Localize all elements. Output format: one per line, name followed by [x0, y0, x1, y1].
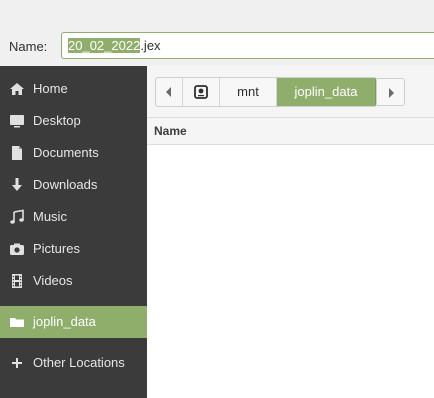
sidebar-item-label: Downloads — [33, 177, 98, 192]
sidebar-item-label: Home — [33, 81, 68, 96]
column-header-name[interactable]: Name — [154, 124, 187, 138]
pathbar-root-button[interactable] — [183, 78, 220, 106]
sidebar-item-documents[interactable]: Documents — [0, 137, 147, 169]
sidebar-item-label: joplin_data — [33, 314, 96, 329]
pathbar-scroll-right-button[interactable] — [377, 78, 405, 106]
filename-text: 20_02_2022.jex — [68, 38, 161, 53]
sidebar-item-desktop[interactable]: Desktop — [0, 105, 147, 137]
chevron-right-icon — [389, 88, 394, 98]
sidebar-item-joplin-data[interactable]: joplin_data — [0, 306, 147, 338]
sidebar-item-label: Desktop — [33, 113, 81, 128]
desktop-icon — [10, 115, 24, 128]
sidebar-item-label: Videos — [33, 273, 73, 288]
sidebar-item-home[interactable]: Home — [0, 73, 147, 105]
sidebar-item-label: Documents — [33, 145, 99, 160]
music-icon — [10, 209, 24, 224]
places-sidebar: Home Desktop Documents Downloads Music P… — [0, 66, 147, 398]
videos-icon — [12, 274, 22, 288]
sidebar-item-label: Pictures — [33, 241, 80, 256]
sidebar-item-other-locations[interactable]: Other Locations — [0, 347, 147, 379]
save-dialog-header: Name: 20_02_2022.jex — [0, 0, 434, 66]
sidebar-item-videos[interactable]: Videos — [0, 265, 147, 297]
file-browser: mnt joplin_data Name — [147, 66, 434, 398]
pathbar: mnt joplin_data — [155, 77, 377, 107]
name-label: Name: — [9, 39, 48, 54]
home-icon — [10, 83, 24, 95]
file-list-header: Name — [147, 117, 434, 145]
downloads-icon — [12, 178, 22, 191]
chevron-left-icon — [166, 87, 171, 97]
pathbar-scroll-left-button[interactable] — [156, 78, 183, 106]
sidebar-item-pictures[interactable]: Pictures — [0, 233, 147, 265]
plus-icon — [12, 358, 22, 368]
sidebar-item-music[interactable]: Music — [0, 201, 147, 233]
filename-selected-text: 20_02_2022 — [68, 38, 141, 53]
pathbar-segment-mnt[interactable]: mnt — [220, 78, 277, 106]
documents-icon — [12, 146, 22, 160]
pathbar-segment-joplin-data[interactable]: joplin_data — [277, 78, 376, 106]
sidebar-item-downloads[interactable]: Downloads — [0, 169, 147, 201]
pictures-icon — [10, 243, 24, 255]
disk-icon — [194, 85, 208, 99]
pathbar-area: mnt joplin_data — [147, 66, 434, 117]
filename-input[interactable]: 20_02_2022.jex — [61, 32, 434, 59]
sidebar-item-label: Other Locations — [33, 355, 125, 370]
drive-icon — [10, 318, 24, 327]
filename-extension-text: .jex — [140, 38, 161, 53]
sidebar-item-label: Music — [33, 209, 67, 224]
